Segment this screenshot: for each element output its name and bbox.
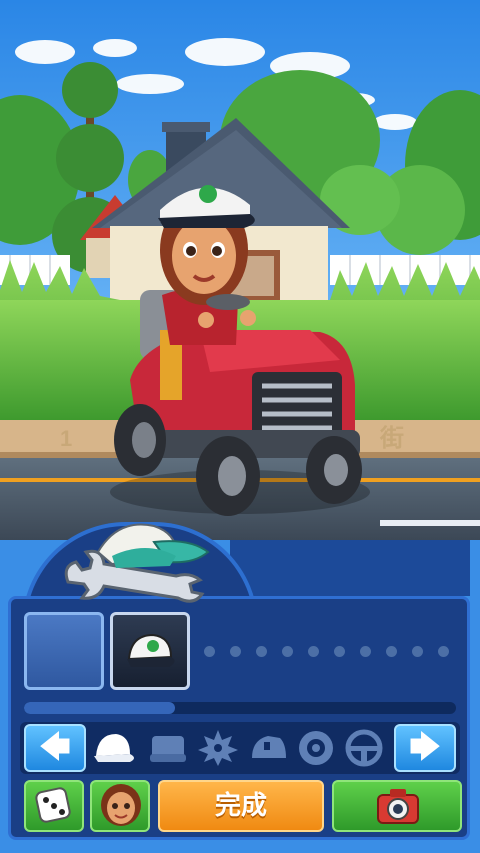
camera-button[interactable] [332, 780, 462, 832]
pagination-dot [230, 646, 241, 657]
slot-pagination-dots [204, 646, 464, 658]
pagination-dot [308, 646, 319, 657]
mower-body-icon[interactable] [246, 728, 290, 768]
wheel-icon[interactable] [294, 728, 338, 768]
dice-icon [35, 787, 71, 823]
next-button[interactable]: 🡆 [394, 724, 456, 772]
random-dice-button[interactable] [24, 780, 84, 832]
pagination-dot [412, 646, 423, 657]
customize-wrench-cap-icon [64, 523, 210, 603]
item-slot-empty[interactable] [24, 612, 104, 690]
progress-fill [24, 702, 176, 714]
avatar-icon [101, 784, 141, 826]
steering-wheel-icon[interactable] [342, 728, 386, 768]
cap-icon[interactable] [92, 728, 136, 768]
pagination-dot [334, 646, 345, 657]
progress-bar [24, 702, 456, 714]
done-button[interactable]: 完成 [158, 780, 324, 832]
game-scene: 1 街 [0, 0, 480, 540]
character-select-button[interactable] [90, 780, 150, 832]
street-sign-left: 1 [60, 426, 72, 451]
pagination-dot [204, 646, 215, 657]
street-sign-right: 街 [379, 424, 404, 452]
pagination-dot [282, 646, 293, 657]
seat-icon[interactable] [146, 728, 190, 768]
previous-button[interactable]: 🡄 [24, 724, 86, 772]
pagination-dot [438, 646, 449, 657]
camera-icon [377, 789, 419, 824]
item-slot-cap[interactable] [110, 612, 190, 690]
panel-header-strip [230, 540, 470, 596]
cap-item-icon [127, 633, 175, 667]
pagination-dot [360, 646, 371, 657]
blade-icon[interactable] [196, 728, 240, 768]
pagination-dot [256, 646, 267, 657]
pagination-dot [386, 646, 397, 657]
